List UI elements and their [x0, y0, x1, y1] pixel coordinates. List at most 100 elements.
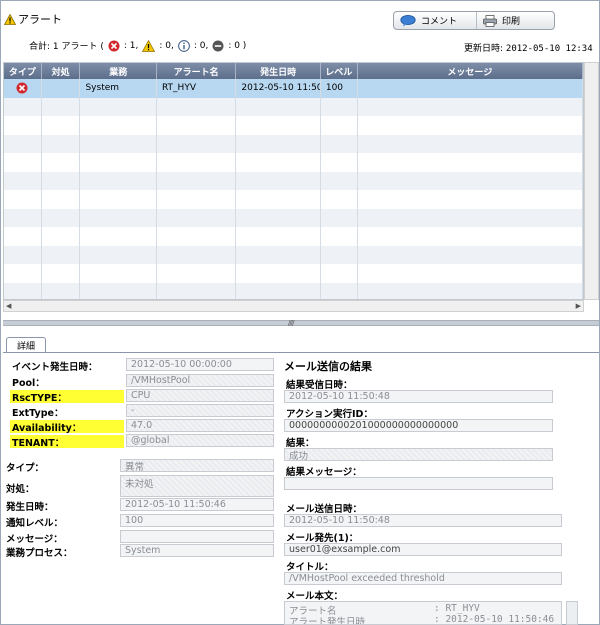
tab-details[interactable]: 詳細 — [6, 337, 46, 353]
result-label: 結果： — [286, 438, 315, 449]
alert-table: タイプ 対処 業務 アラート名 発生日時 レベル メッセージ System RT… — [3, 62, 584, 300]
table-cell — [157, 190, 237, 209]
splitter-grip-icon[interactable]: //// — [288, 319, 295, 327]
table-cell — [321, 208, 358, 227]
table-cell — [42, 227, 81, 246]
table-cell — [321, 153, 358, 172]
summary-prefix: 合計: 1 アラート ( — [29, 42, 104, 52]
tab-divider — [3, 352, 599, 353]
error-count: : 1, — [123, 40, 139, 51]
unknown-icon — [212, 40, 224, 51]
type-label: タイプ： — [6, 463, 45, 474]
error-icon — [108, 40, 120, 51]
table-cell — [358, 282, 583, 299]
table-cell — [157, 171, 237, 190]
table-cell — [321, 282, 358, 299]
table-cell — [236, 153, 321, 172]
table-cell — [4, 190, 42, 209]
table-row[interactable] — [4, 116, 583, 135]
horizontal-scrollbar[interactable]: ◀ ▶ — [3, 300, 584, 312]
column-header[interactable]: 発生日時 — [236, 63, 321, 79]
type-field: 異常 — [120, 459, 274, 472]
received-field: 2012-05-10 11:50:48 — [284, 390, 553, 403]
print-button[interactable]: 印刷 — [476, 12, 526, 29]
tenant-label: TENANT： — [10, 435, 124, 449]
table-row[interactable] — [4, 227, 583, 246]
table-cell — [42, 116, 81, 135]
page-title: アラート — [4, 11, 62, 27]
table-cell — [236, 282, 321, 299]
level-field: 100 — [120, 514, 274, 527]
mail-body-line: アラート発生日時 : 2012-05-10 11:50:46 — [289, 614, 557, 625]
mail-body-scrollbar[interactable] — [566, 601, 578, 625]
table-row[interactable] — [4, 97, 583, 116]
column-header[interactable]: レベル — [321, 63, 358, 79]
table-cell — [42, 171, 81, 190]
table-cell — [358, 134, 583, 153]
occurred-cell: 2012-05-10 11:50 — [236, 79, 321, 98]
rsctype-label: RscTYPE： — [10, 390, 124, 404]
column-header[interactable]: メッセージ — [358, 63, 583, 79]
vertical-scrollbar[interactable] — [584, 62, 599, 300]
event-occurred-label: イベント発生日時： — [12, 362, 98, 373]
scroll-right-arrow-icon[interactable]: ▶ — [576, 302, 581, 310]
mail-section-title: メール送信の結果 — [284, 360, 372, 373]
print-label: 印刷 — [502, 17, 521, 27]
column-header[interactable]: アラート名 — [157, 63, 237, 79]
page-title-text: アラート — [18, 13, 62, 26]
table-row[interactable] — [4, 245, 583, 264]
type-cell — [4, 79, 42, 98]
table-row[interactable] — [4, 134, 583, 153]
title-field: /VMHostPool exceeded threshold — [284, 572, 562, 585]
alert-name-cell: RT_HYV — [157, 79, 237, 98]
scroll-left-arrow-icon[interactable]: ◀ — [6, 302, 11, 310]
mail-body-field: アラート名 : RT_HYV アラート発生日時 : 2012-05-10 11:… — [284, 601, 562, 625]
warning-icon — [4, 13, 16, 25]
table-row[interactable]: System RT_HYV 2012-05-10 11:50 100 — [4, 79, 583, 98]
table-row[interactable] — [4, 264, 583, 283]
table-cell — [42, 264, 81, 283]
table-cell — [157, 245, 237, 264]
table-cell — [236, 171, 321, 190]
table-row[interactable] — [4, 153, 583, 172]
table-cell — [4, 227, 42, 246]
updated-value: 2012-05-10 12:34 — [505, 44, 593, 54]
pane-splitter[interactable]: //// — [3, 319, 599, 327]
event-occurred-field: 2012-05-10 00:00:00 — [126, 358, 274, 371]
table-cell — [4, 264, 42, 283]
table-cell — [80, 97, 157, 116]
alert-table-body: System RT_HYV 2012-05-10 11:50 100 — [4, 79, 583, 299]
table-cell — [358, 153, 583, 172]
table-row[interactable] — [4, 282, 583, 299]
table-row[interactable] — [4, 190, 583, 209]
info-count: : 0, — [193, 40, 209, 51]
comment-label: コメント — [421, 17, 458, 27]
table-cell — [157, 97, 237, 116]
table-cell — [358, 264, 583, 283]
mail-body-key: アラート名 — [289, 606, 337, 617]
table-row[interactable] — [4, 171, 583, 190]
exttype-field: - — [126, 404, 274, 417]
table-cell — [157, 264, 237, 283]
table-cell — [236, 190, 321, 209]
table-cell — [4, 208, 42, 227]
to-field: user01@exsample.com — [284, 543, 562, 556]
sent-label: メール送信日時： — [286, 504, 363, 515]
column-header[interactable]: タイプ — [4, 63, 42, 79]
table-cell — [358, 97, 583, 116]
comment-button[interactable]: コメント — [394, 12, 476, 29]
column-header[interactable]: 対処 — [42, 63, 81, 79]
table-cell — [236, 264, 321, 283]
updated-label: 更新日時: — [464, 44, 504, 54]
pool-field: /VMHostPool — [126, 374, 274, 387]
speech-bubble-icon — [400, 14, 416, 26]
mail-body-value: : 2012-05-10 11:50:46 — [434, 614, 555, 625]
table-cell — [80, 227, 157, 246]
action-id-field: 0000000000201000000000000000 — [284, 419, 553, 432]
pool-label: Pool： — [12, 378, 45, 389]
table-cell — [321, 97, 358, 116]
action-field: 未対処 — [120, 475, 274, 497]
table-row[interactable] — [4, 208, 583, 227]
table-cell — [321, 116, 358, 135]
column-header[interactable]: 業務 — [80, 63, 157, 79]
